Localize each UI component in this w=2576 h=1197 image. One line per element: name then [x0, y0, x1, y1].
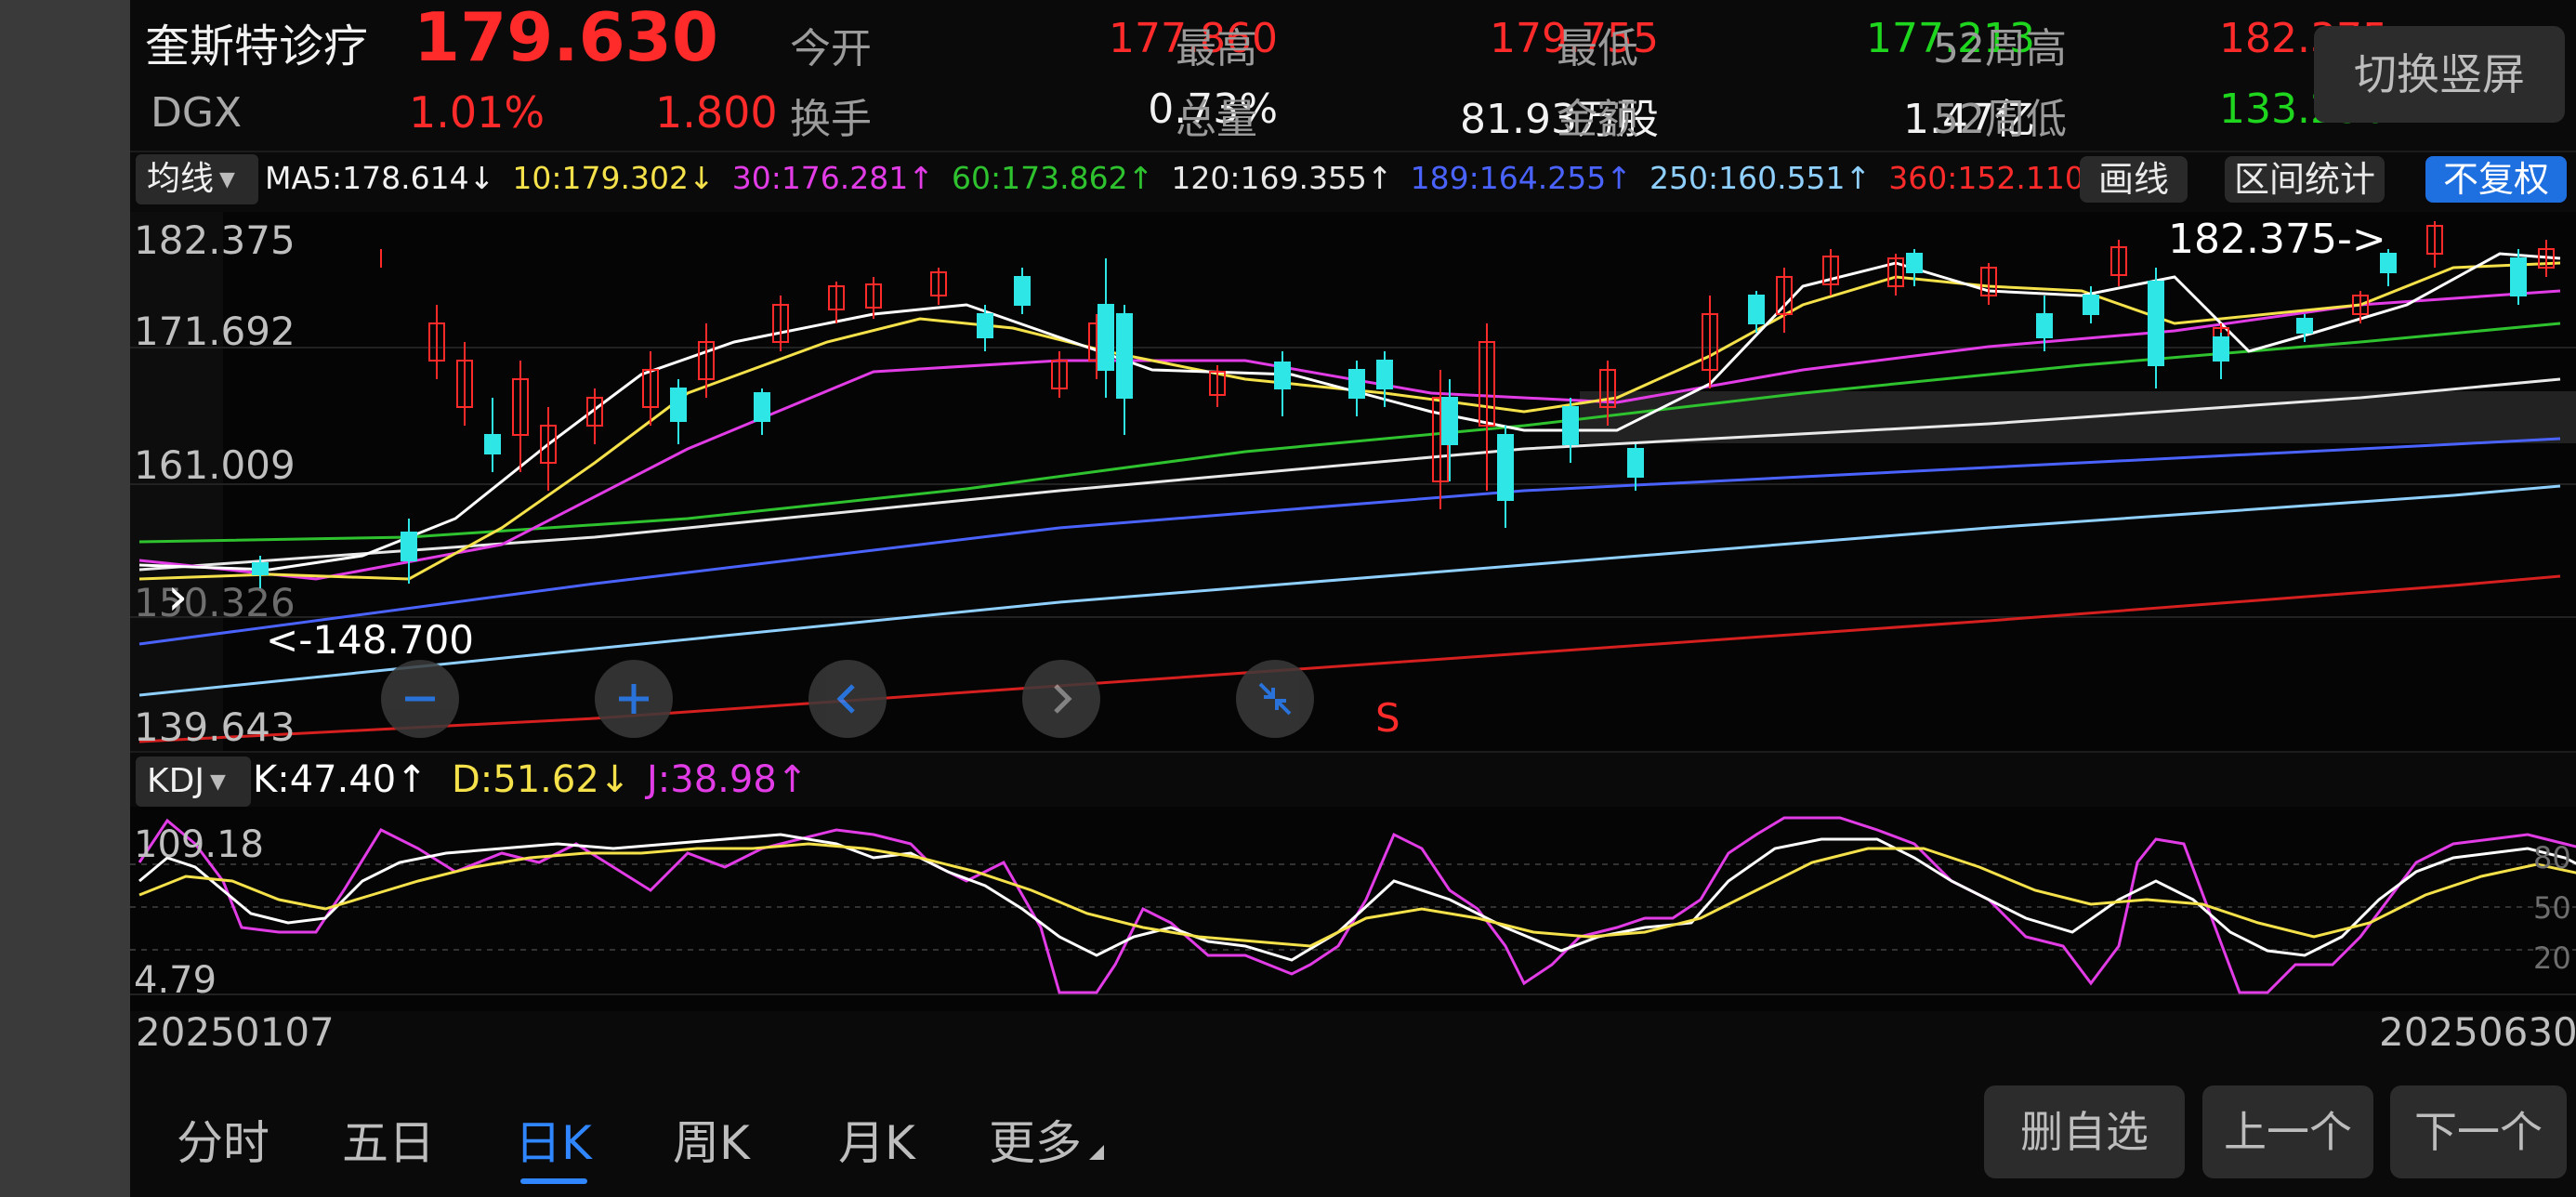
collapse-button[interactable]	[1236, 660, 1314, 738]
price-axis-label: 139.643	[134, 704, 296, 750]
chevron-left-icon	[836, 684, 855, 714]
ma-item: 30:176.281↑	[731, 160, 934, 196]
next-stock-button[interactable]: 下一个	[2390, 1085, 2567, 1178]
ma-item: 120:169.355↑	[1171, 160, 1393, 196]
ma-item: 189:164.255↑	[1410, 160, 1632, 196]
price-chart[interactable]	[130, 212, 2576, 751]
ma-item: 60:173.862↑	[952, 160, 1154, 196]
tab-more[interactable]: 更多	[989, 1106, 1082, 1173]
ma-dropdown-label: 均线	[147, 160, 215, 198]
ma-item: 360:152.110↑	[1888, 160, 2110, 196]
ma-item: 250:160.551↑	[1649, 160, 1872, 196]
left-expand-arrow-icon[interactable]: ›	[167, 567, 188, 627]
plus-icon	[619, 684, 649, 714]
ma-dropdown[interactable]: 均线 ▼	[136, 154, 258, 204]
sell-signal-marker: S	[1375, 695, 1400, 741]
ticker-symbol: DGX	[151, 89, 243, 137]
minus-icon	[405, 696, 435, 702]
tab-intraday[interactable]: 分时	[177, 1106, 269, 1173]
draw-line-button[interactable]: 画线	[2080, 156, 2188, 203]
scroll-right-button[interactable]	[1022, 660, 1100, 738]
range-stats-button[interactable]: 区间统计	[2225, 156, 2385, 203]
active-tab-indicator	[520, 1178, 587, 1184]
ma-item: 10:179.302↓	[512, 160, 715, 196]
w52-low-label: 52周低	[1933, 96, 2067, 143]
last-price: 179.630	[414, 0, 718, 76]
collapse-icon	[1258, 682, 1292, 716]
high-label: 最高	[1176, 25, 1257, 72]
w52-high-label: 52周高	[1933, 25, 2067, 72]
indicator-dropdown-label: KDJ	[147, 762, 204, 800]
tab-weekly-k[interactable]: 周K	[673, 1106, 750, 1173]
zoom-in-button[interactable]	[595, 660, 673, 738]
chevron-down-icon: ▼	[209, 770, 226, 794]
high-price-marker: 182.375->	[2168, 216, 2386, 263]
remove-watchlist-button[interactable]: 删自选	[1984, 1085, 2185, 1178]
price-axis-label: 171.692	[134, 309, 296, 354]
kdj-chart[interactable]	[130, 807, 2576, 1011]
scroll-left-button[interactable]	[808, 660, 887, 738]
kdj-j-value: J:38.98↑	[647, 758, 808, 801]
left-edge-panel	[0, 0, 130, 1197]
date-end: 20250630	[2379, 1009, 2576, 1055]
ma-item: MA5:178.614↓	[265, 160, 495, 196]
kdj-d-value: D:51.62↓	[452, 758, 631, 801]
price-axis-label: 182.375	[134, 217, 296, 263]
low-price-marker: <-148.700	[266, 617, 475, 663]
more-corner-icon	[1089, 1145, 1104, 1160]
volume-label: 总量	[1176, 96, 1257, 143]
change-amount: 1.800	[655, 87, 778, 138]
previous-stock-button[interactable]: 上一个	[2202, 1085, 2373, 1178]
change-percent: 1.01%	[409, 87, 545, 138]
tab-five-day[interactable]: 五日	[342, 1106, 435, 1173]
low-label: 最低	[1557, 25, 1638, 72]
kdj-axis-80: 80	[2533, 840, 2571, 875]
divider	[130, 151, 2576, 152]
kdj-axis-bottom: 4.79	[134, 959, 217, 1002]
price-axis-label: 161.009	[134, 442, 296, 488]
amount-label: 金额	[1557, 96, 1638, 143]
tab-monthly-k[interactable]: 月K	[838, 1106, 915, 1173]
ma-values: MA5:178.614↓ 10:179.302↓ 30:176.281↑ 60:…	[265, 160, 2123, 196]
date-start: 20250107	[136, 1009, 335, 1055]
kdj-axis-top: 109.18	[134, 823, 264, 866]
kdj-k-value: K:47.40↑	[253, 758, 427, 801]
divider	[130, 751, 2576, 753]
switch-portrait-button[interactable]: 切换竖屏	[2314, 26, 2565, 123]
chevron-right-icon	[1054, 684, 1072, 714]
indicator-dropdown[interactable]: KDJ ▼	[136, 756, 251, 807]
zoom-out-button[interactable]	[381, 660, 459, 738]
open-label: 今开	[790, 25, 872, 72]
chevron-down-icon: ▼	[219, 168, 235, 191]
tab-daily-k[interactable]: 日K	[515, 1106, 592, 1173]
stock-name: 奎斯特诊疗	[145, 20, 369, 72]
adjust-mode-button[interactable]: 不复权	[2425, 156, 2567, 203]
kdj-axis-20: 20	[2533, 940, 2571, 976]
kdj-axis-50: 50	[2533, 890, 2571, 926]
turnover-label: 换手	[790, 96, 872, 143]
stock-chart-app: 奎斯特诊疗 179.630 DGX 1.01% 1.800 今开 177.860…	[130, 0, 2576, 1197]
